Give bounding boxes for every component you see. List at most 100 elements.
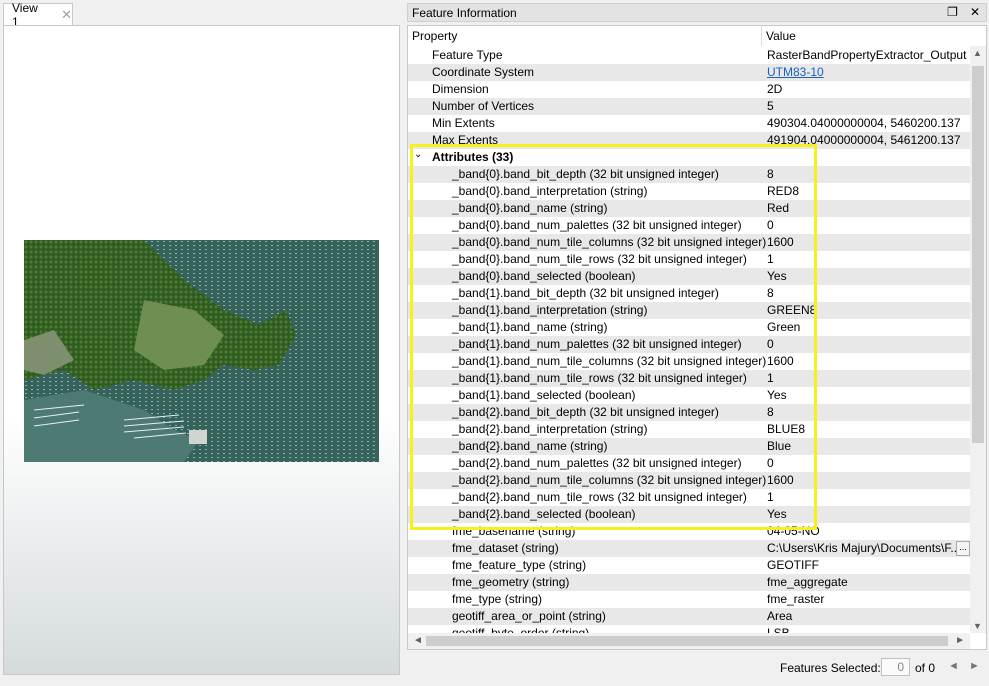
table-row[interactable]: _band{0}.band_interpretation (string) RED… — [408, 183, 970, 200]
property-name: _band{2}.band_selected (boolean) — [452, 507, 636, 521]
property-value: 8 — [767, 286, 774, 300]
property-name: fme_feature_type (string) — [452, 558, 587, 572]
property-name: _band{0}.band_name (string) — [452, 201, 608, 215]
property-value: Yes — [767, 388, 787, 402]
table-row[interactable]: Max Extents 491904.04000000004, 5461200.1… — [408, 132, 970, 149]
property-name: Dimension — [432, 82, 489, 96]
scroll-down-icon[interactable]: ▼ — [973, 621, 982, 631]
property-name: _band{0}.band_num_palettes (32 bit unsig… — [452, 218, 742, 232]
feature-information-titlebar: Feature Information ❐ ✕ — [407, 3, 987, 22]
table-row[interactable]: Min Extents 490304.04000000004, 5460200.1… — [408, 115, 970, 132]
table-row[interactable]: _band{0}.band_num_tile_columns (32 bit u… — [408, 234, 970, 251]
table-row[interactable]: geotiff_area_or_point (string) Area — [408, 608, 970, 625]
property-value: 1600 — [767, 473, 794, 487]
table-row[interactable]: _band{0}.band_num_tile_rows (32 bit unsi… — [408, 251, 970, 268]
close-icon[interactable]: ✕ — [970, 5, 980, 19]
column-separator[interactable] — [761, 26, 762, 46]
table-row[interactable]: _band{2}.band_bit_depth (32 bit unsigned… — [408, 404, 970, 421]
table-row[interactable]: _band{2}.band_name (string) Blue — [408, 438, 970, 455]
table-row[interactable]: _band{1}.band_num_tile_columns (32 bit u… — [408, 353, 970, 370]
property-value: 490304.04000000004, 5460200.137 — [767, 116, 961, 130]
property-name: geotiff_byte_order (string) — [452, 626, 590, 633]
table-row[interactable]: _band{2}.band_num_tile_rows (32 bit unsi… — [408, 489, 970, 506]
table-row[interactable]: _band{0}.band_num_palettes (32 bit unsig… — [408, 217, 970, 234]
table-row[interactable]: _band{2}.band_num_palettes (32 bit unsig… — [408, 455, 970, 472]
property-value: GREEN8 — [767, 303, 817, 317]
column-header-value[interactable]: Value — [766, 29, 796, 43]
property-value: 1600 — [767, 235, 794, 249]
property-value: 1 — [767, 371, 774, 385]
property-name: _band{2}.band_num_tile_rows (32 bit unsi… — [452, 490, 747, 504]
group-label: Attributes (33) — [432, 150, 514, 164]
table-row[interactable]: fme_geometry (string) fme_aggregate — [408, 574, 970, 591]
table-row[interactable]: geotiff_byte_order (string) LSB — [408, 625, 970, 633]
property-name: _band{1}.band_name (string) — [452, 320, 608, 334]
property-value: BLUE8 — [767, 422, 806, 436]
property-value: Blue — [767, 439, 792, 453]
table-row[interactable]: fme_dataset (string) C:\Users\Kris Majury… — [408, 540, 970, 557]
table-row[interactable]: _band{1}.band_name (string) Green — [408, 319, 970, 336]
property-value: Red — [767, 201, 790, 215]
table-row[interactable]: _band{0}.band_name (string) Red — [408, 200, 970, 217]
features-selected-label: Features Selected: — [780, 661, 881, 675]
property-value: 04-05-NO — [767, 524, 820, 538]
table-row[interactable]: _band{2}.band_selected (boolean) Yes — [408, 506, 970, 523]
property-value: 5 — [767, 99, 774, 113]
property-name: _band{0}.band_num_tile_rows (32 bit unsi… — [452, 252, 747, 266]
property-name: _band{2}.band_num_tile_columns (32 bit u… — [452, 473, 767, 487]
property-value: 491904.04000000004, 5461200.137 — [767, 133, 961, 147]
scrollbar-thumb[interactable] — [426, 636, 948, 646]
table-row[interactable]: _band{1}.band_bit_depth (32 bit unsigned… — [408, 285, 970, 302]
prev-feature-icon[interactable]: ◄ — [948, 660, 959, 672]
property-table: Feature Type RasterBandPropertyExtractor_… — [408, 47, 970, 633]
browse-button[interactable]: ... — [956, 541, 970, 556]
tab-view-1[interactable]: View 1 ✕ — [3, 1, 73, 29]
table-row[interactable]: _band{1}.band_selected (boolean) Yes — [408, 387, 970, 404]
property-name: Feature Type — [432, 48, 503, 62]
table-row[interactable]: _band{2}.band_interpretation (string) BLU… — [408, 421, 970, 438]
table-row[interactable]: fme_basename (string) 04-05-NO — [408, 523, 970, 540]
property-value: 1 — [767, 252, 774, 266]
chevron-down-icon[interactable]: ⌄ — [414, 149, 422, 160]
property-name: _band{1}.band_num_tile_rows (32 bit unsi… — [452, 371, 747, 385]
table-row[interactable]: Coordinate System UTM83-10 — [408, 64, 970, 81]
table-row[interactable]: Feature Type RasterBandPropertyExtractor_… — [408, 47, 970, 64]
table-header: Property Value — [408, 26, 970, 46]
horizontal-scrollbar[interactable]: ◄ ► — [408, 633, 970, 649]
table-row[interactable]: fme_type (string) fme_raster — [408, 591, 970, 608]
property-name: Max Extents — [432, 133, 499, 147]
table-row[interactable]: _band{1}.band_num_palettes (32 bit unsig… — [408, 336, 970, 353]
property-value: Green — [767, 320, 801, 334]
property-value: 2D — [767, 82, 783, 96]
scrollbar-thumb[interactable] — [972, 66, 984, 443]
column-header-property[interactable]: Property — [412, 29, 457, 43]
property-value: 0 — [767, 337, 774, 351]
property-name: fme_basename (string) — [452, 524, 576, 538]
table-row[interactable]: Dimension 2D — [408, 81, 970, 98]
scroll-right-icon[interactable]: ► — [955, 635, 965, 646]
property-name: _band{1}.band_selected (boolean) — [452, 388, 636, 402]
next-feature-icon[interactable]: ► — [969, 660, 980, 672]
scroll-up-icon[interactable]: ▲ — [973, 48, 982, 58]
property-name: fme_dataset (string) — [452, 541, 559, 555]
table-row[interactable]: _band{0}.band_selected (boolean) Yes — [408, 268, 970, 285]
scroll-left-icon[interactable]: ◄ — [413, 635, 423, 646]
property-name: _band{0}.band_selected (boolean) — [452, 269, 636, 283]
features-selected-count[interactable]: 0 — [881, 658, 910, 676]
property-name: Number of Vertices — [432, 99, 535, 113]
table-row[interactable]: _band{1}.band_num_tile_rows (32 bit unsi… — [408, 370, 970, 387]
coordinate-system-link[interactable]: UTM83-10 — [767, 65, 967, 79]
property-name: _band{1}.band_num_palettes (32 bit unsig… — [452, 337, 742, 351]
property-name: _band{2}.band_num_palettes (32 bit unsig… — [452, 456, 742, 470]
restore-icon[interactable]: ❐ — [947, 5, 958, 19]
property-name: Min Extents — [432, 116, 495, 130]
table-row[interactable]: _band{1}.band_interpretation (string) GRE… — [408, 302, 970, 319]
map-view[interactable] — [3, 25, 400, 675]
table-row[interactable]: fme_feature_type (string) GEOTIFF — [408, 557, 970, 574]
attributes-group-row[interactable]: ⌄ Attributes (33) — [408, 149, 970, 166]
table-row[interactable]: _band{0}.band_bit_depth (32 bit unsigned… — [408, 166, 970, 183]
close-icon[interactable]: ✕ — [61, 7, 72, 23]
table-row[interactable]: Number of Vertices 5 — [408, 98, 970, 115]
vertical-scrollbar[interactable]: ▲ ▼ — [970, 46, 986, 633]
table-row[interactable]: _band{2}.band_num_tile_columns (32 bit u… — [408, 472, 970, 489]
